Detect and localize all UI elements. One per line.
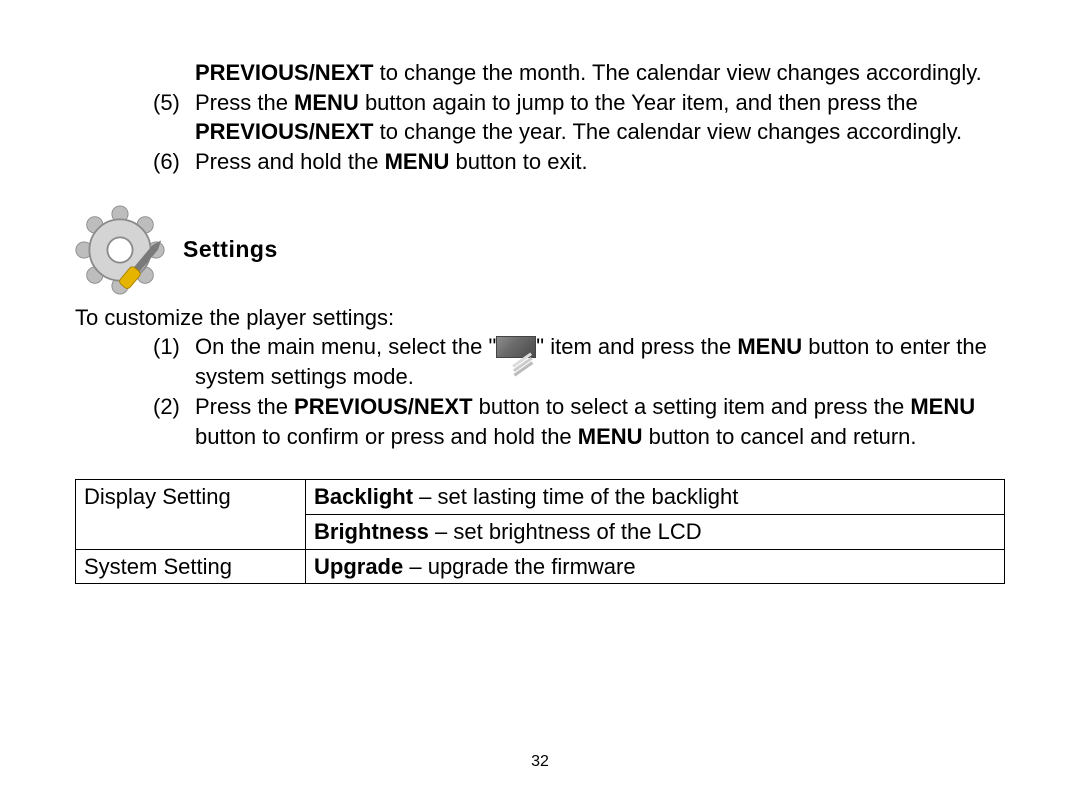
section-header-settings: Settings [75,205,1005,295]
list-item-5: (5) Press the MENU button again to jump … [153,88,1005,147]
text: button to exit. [449,149,587,174]
text: – set brightness of the LCD [429,519,702,544]
label-menu: MENU [578,424,643,449]
list-number: (6) [153,147,195,177]
label-menu: MENU [910,394,975,419]
cell-system-setting: System Setting [76,549,306,584]
text: Press the [195,394,294,419]
cell-brightness: Brightness – set brightness of the LCD [306,514,1005,549]
text: – upgrade the firmware [403,554,635,579]
text: Press the [195,90,294,115]
label-upgrade: Upgrade [314,554,403,579]
list-number: (5) [153,88,195,118]
label-menu: MENU [294,90,359,115]
label-brightness: Brightness [314,519,429,544]
label-previous-next: PREVIOUS/NEXT [195,119,373,144]
cell-upgrade: Upgrade – upgrade the firmware [306,549,1005,584]
section-title: Settings [183,234,278,265]
text: On the main menu, select the " [195,334,496,359]
list-number: (2) [153,392,195,422]
text: " item and press the [536,334,737,359]
gear-icon [75,205,165,295]
label-previous-next: PREVIOUS/NEXT [294,394,472,419]
settings-step-1: (1) On the main menu, select the " " item… [153,332,1005,391]
list-body: Press the PREVIOUS/NEXT button to select… [195,392,1005,451]
text: button again to jump to the Year item, a… [359,90,918,115]
continued-paragraph: PREVIOUS/NEXT to change the month. The c… [195,58,1005,88]
label-menu: MENU [385,149,450,174]
table-row: Display Setting Backlight – set lasting … [76,480,1005,515]
settings-intro: To customize the player settings: [75,303,1005,333]
text: button to cancel and return. [643,424,917,449]
list-body: On the main menu, select the " " item and… [195,332,1005,391]
text: to change the month. The calendar view c… [373,60,981,85]
page-number: 32 [0,751,1080,773]
list-number: (1) [153,332,195,362]
text: button to select a setting item and pres… [473,394,911,419]
list-body: Press the MENU button again to jump to t… [195,88,1005,147]
table-row: System Setting Upgrade – upgrade the fir… [76,549,1005,584]
cell-backlight: Backlight – set lasting time of the back… [306,480,1005,515]
settings-table: Display Setting Backlight – set lasting … [75,479,1005,584]
cell-display-setting: Display Setting [76,480,306,549]
label-menu: MENU [737,334,802,359]
label-backlight: Backlight [314,484,413,509]
text: to change the year. The calendar view ch… [373,119,962,144]
label-previous-next: PREVIOUS/NEXT [195,60,373,85]
text: Press and hold the [195,149,385,174]
text: button to confirm or press and hold the [195,424,578,449]
settings-inline-icon [496,336,536,358]
text: – set lasting time of the backlight [413,484,738,509]
settings-step-2: (2) Press the PREVIOUS/NEXT button to se… [153,392,1005,451]
list-item-6: (6) Press and hold the MENU button to ex… [153,147,1005,177]
list-body: Press and hold the MENU button to exit. [195,147,1005,177]
